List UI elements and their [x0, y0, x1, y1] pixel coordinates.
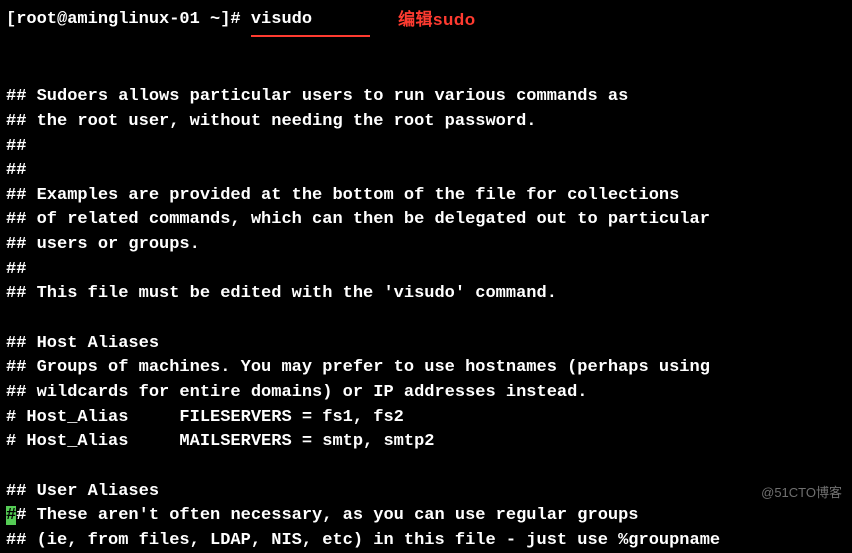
line-6: ## users or groups. — [6, 235, 200, 254]
editor-content[interactable]: ## Sudoers allows particular users to ru… — [6, 61, 846, 553]
line-2: ## — [6, 137, 26, 156]
shell-prompt: [root@aminglinux-01 ~]# — [6, 8, 251, 33]
line-10: ## Host Aliases — [6, 334, 159, 353]
prompt-line: [root@aminglinux-01 ~]# visudo 编辑sudo — [6, 8, 846, 33]
line-14: # Host_Alias MAILSERVERS = smtp, smtp2 — [6, 432, 434, 451]
line-5: ## of related commands, which can then b… — [6, 210, 710, 229]
line-16: ## User Aliases — [6, 482, 159, 501]
annotation-label: 编辑sudo — [398, 8, 476, 33]
line-11: ## Groups of machines. You may prefer to… — [6, 358, 710, 377]
watermark: @51CTO博客 — [761, 484, 842, 503]
line-7: ## — [6, 260, 26, 279]
cursor-position[interactable]: # — [6, 506, 16, 525]
line-18: ## (ie, from files, LDAP, NIS, etc) in t… — [6, 531, 720, 550]
line-4: ## Examples are provided at the bottom o… — [6, 186, 679, 205]
line-8: ## This file must be edited with the 'vi… — [6, 284, 557, 303]
line-13: # Host_Alias FILESERVERS = fs1, fs2 — [6, 408, 404, 427]
line-0: ## Sudoers allows particular users to ru… — [6, 87, 628, 106]
line-3: ## — [6, 161, 26, 180]
line-12: ## wildcards for entire domains) or IP a… — [6, 383, 588, 402]
line-1: ## the root user, without needing the ro… — [6, 112, 537, 131]
line-17: # These aren't often necessary, as you c… — [16, 506, 638, 525]
shell-command[interactable]: visudo — [251, 8, 312, 33]
